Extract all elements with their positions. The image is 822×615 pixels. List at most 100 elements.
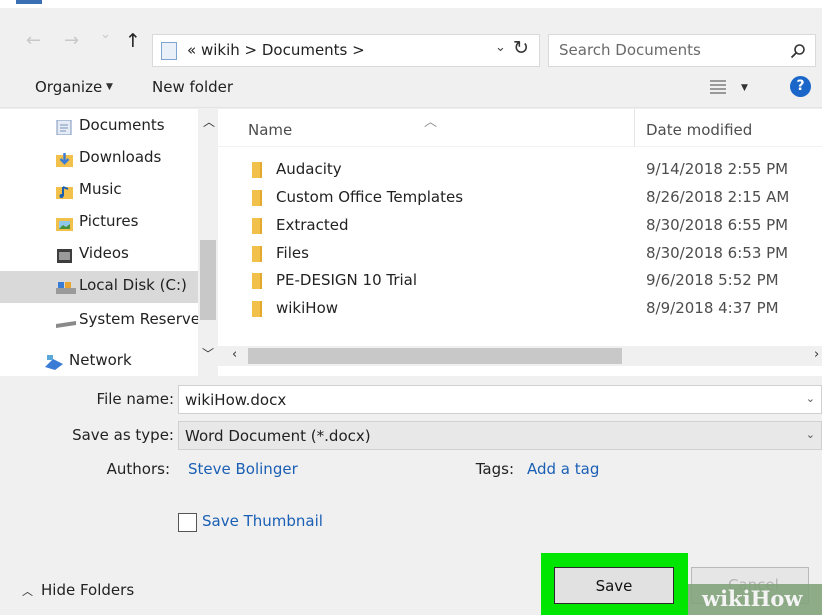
navigation-pane: Documents Downloads Music Pictures Video… [0, 109, 218, 376]
scroll-left-chevron-icon[interactable]: ‹ [232, 347, 237, 362]
chevron-down-icon[interactable]: ⌄ [806, 428, 815, 441]
nav-item-music[interactable]: Music [0, 175, 198, 207]
scroll-up-chevron-icon[interactable]: ︿ [203, 113, 215, 130]
file-date: 8/9/2018 4:37 PM [646, 299, 779, 317]
file-name: Audacity [276, 160, 342, 178]
nav-item-label: Videos [79, 244, 129, 262]
file-date: 8/30/2018 6:55 PM [646, 216, 789, 234]
save-as-type-label: Save as type: [72, 426, 174, 444]
table-row[interactable]: Audacity 9/14/2018 2:55 PM [218, 156, 822, 184]
column-header-date-modified[interactable]: Date modified [646, 121, 752, 139]
tags-label: Tags: [475, 460, 514, 478]
nav-item-label: Documents [79, 116, 165, 134]
window-top-edge [0, 0, 822, 8]
file-date: 8/30/2018 6:53 PM [646, 244, 789, 262]
column-header: ︿ Name Date modified [218, 109, 822, 147]
chevron-down-icon[interactable]: ⌄ [806, 392, 815, 405]
column-header-name[interactable]: Name [248, 121, 292, 139]
nav-item-label: Downloads [79, 148, 162, 166]
help-button[interactable]: ? [790, 76, 811, 97]
file-list: ︿ Name Date modified Audacity 9/14/2018 … [218, 109, 822, 376]
folder-icon [252, 273, 262, 289]
organize-menu[interactable]: Organize [35, 78, 102, 96]
window-icon-fragment [16, 0, 42, 4]
nav-item-label: Pictures [79, 212, 139, 230]
file-name: Custom Office Templates [276, 188, 464, 206]
file-name: PE-DESIGN 10 Trial [276, 271, 418, 289]
nav-item-label: Music [79, 180, 122, 198]
music-icon [56, 184, 73, 199]
save-thumbnail-label[interactable]: Save Thumbnail [202, 512, 323, 530]
new-folder-button[interactable]: New folder [152, 78, 233, 96]
file-name-input[interactable]: wikiHow.docx [185, 391, 286, 409]
nav-item-label: Network [69, 351, 132, 369]
documents-icon [56, 119, 73, 136]
up-arrow-icon[interactable]: ↑ [125, 30, 141, 52]
horizontal-scrollbar-thumb[interactable] [248, 348, 622, 364]
folder-icon [252, 190, 262, 206]
save-thumbnail-checkbox[interactable] [178, 513, 197, 532]
navigation-bar: ← → ⌄ ↑ « wikih > Documents > ⌄ ↻ Search… [0, 8, 822, 67]
address-history-chevron-icon[interactable]: ⌄ [495, 40, 506, 55]
file-date: 9/6/2018 5:52 PM [646, 271, 779, 289]
refresh-icon[interactable]: ↻ [513, 37, 529, 59]
address-bar[interactable]: « wikih > Documents > ⌄ ↻ [152, 34, 540, 67]
local-disk-icon [56, 280, 76, 294]
nav-item-documents[interactable]: Documents [0, 111, 198, 143]
forward-arrow-icon[interactable]: → [64, 30, 79, 51]
file-name-label: File name: [96, 390, 174, 408]
file-date: 9/14/2018 2:55 PM [646, 160, 789, 178]
column-divider[interactable] [634, 109, 635, 147]
folder-icon [252, 246, 262, 262]
nav-item-downloads[interactable]: Downloads [0, 143, 198, 175]
nav-item-network[interactable]: Network [0, 346, 198, 376]
add-tag-link[interactable]: Add a tag [527, 460, 599, 478]
hide-folders-label: Hide Folders [41, 581, 135, 599]
view-caret-icon[interactable]: ▼ [741, 83, 748, 93]
recent-locations-chevron-icon[interactable]: ⌄ [100, 27, 111, 42]
table-row[interactable]: wikiHow 8/9/2018 4:37 PM [218, 295, 822, 323]
folder-icon [252, 301, 262, 317]
nav-item-local-disk[interactable]: Local Disk (C:) [0, 271, 198, 303]
view-options-icon[interactable] [710, 80, 726, 94]
authors-label: Authors: [106, 460, 170, 478]
scroll-down-chevron-icon[interactable]: ﹀ [202, 345, 214, 362]
sort-ascending-icon: ︿ [424, 115, 438, 130]
downloads-icon [56, 152, 73, 167]
save-button[interactable]: Save [554, 567, 674, 604]
nav-item-system-reserved[interactable]: System Reserved [0, 305, 210, 337]
save-as-type-select[interactable]: Word Document (*.docx) ⌄ [178, 421, 822, 450]
watermark-text: wikiHow [702, 586, 803, 611]
address-path[interactable]: « wikih > Documents > [187, 41, 365, 59]
nav-item-pictures[interactable]: Pictures [0, 207, 198, 239]
hide-folders-toggle[interactable]: ︿ Hide Folders [22, 581, 134, 599]
table-row[interactable]: Extracted 8/30/2018 6:55 PM [218, 212, 822, 240]
nav-scrollbar-thumb[interactable] [200, 240, 216, 320]
chevron-up-icon: ︿ [22, 585, 33, 598]
nav-item-label: Local Disk (C:) [79, 276, 187, 294]
horizontal-scrollbar[interactable]: ‹ › [218, 346, 822, 366]
file-name: wikiHow [276, 299, 339, 317]
organize-caret-icon[interactable]: ▼ [106, 82, 113, 92]
folder-icon [252, 162, 262, 178]
search-input[interactable]: Search Documents [559, 41, 701, 59]
folder-icon [252, 218, 262, 234]
save-as-type-value[interactable]: Word Document (*.docx) [185, 427, 371, 445]
authors-value[interactable]: Steve Bolinger [188, 460, 298, 478]
back-arrow-icon[interactable]: ← [26, 30, 41, 51]
scroll-right-chevron-icon[interactable]: › [814, 347, 819, 362]
file-name-field[interactable]: wikiHow.docx ⌄ [178, 385, 822, 414]
documents-location-icon [161, 42, 177, 60]
table-row[interactable]: PE-DESIGN 10 Trial 9/6/2018 5:52 PM [218, 267, 822, 295]
nav-pane-scrollbar[interactable]: ︿ ﹀ [198, 109, 218, 376]
file-name: Extracted [276, 216, 349, 234]
search-box[interactable]: Search Documents [548, 34, 816, 67]
wikihow-watermark: wikiHow [688, 584, 822, 615]
pictures-icon [56, 216, 73, 231]
table-row[interactable]: Custom Office Templates 8/26/2018 2:15 A… [218, 184, 822, 212]
file-name: Files [276, 244, 309, 262]
file-date: 8/26/2018 2:15 AM [646, 188, 790, 206]
nav-item-videos[interactable]: Videos [0, 239, 198, 271]
search-icon[interactable] [790, 43, 806, 59]
table-row[interactable]: Files 8/30/2018 6:53 PM [218, 240, 822, 268]
